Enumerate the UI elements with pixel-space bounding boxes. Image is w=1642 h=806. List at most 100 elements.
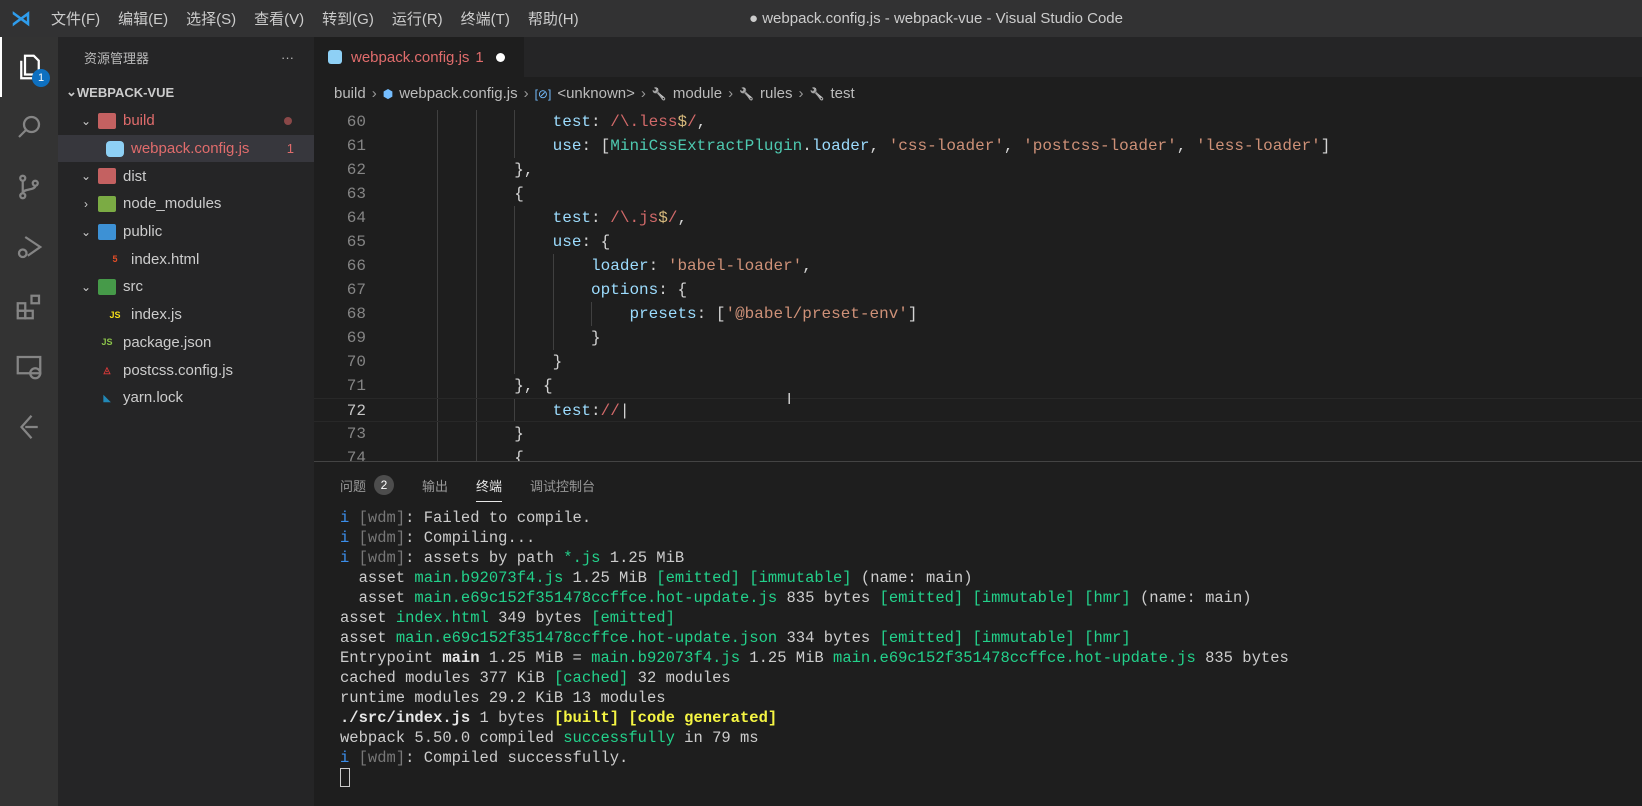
tree-item-webpack-config-js[interactable]: webpack.config.js 1 — [58, 134, 314, 163]
terminal-line: asset main.b92073f4.js 1.25 MiB [emitted… — [340, 568, 1642, 588]
terminal[interactable]: i [wdm]: Failed to compile. i [wdm]: Comp… — [314, 508, 1642, 788]
workspace-root[interactable]: ⌄ WEBPACK-VUE — [58, 77, 314, 107]
breadcrumb-item[interactable]: build — [334, 85, 366, 102]
breadcrumb-item[interactable]: test — [830, 85, 854, 102]
terminal-text: asset — [340, 609, 396, 627]
menu-item[interactable]: 运行(R) — [383, 8, 452, 29]
tree-item-dist[interactable]: ⌄ dist — [58, 162, 314, 190]
terminal-text: 1.25 MiB — [740, 649, 834, 667]
tree-item-postcss-config-js[interactable]: ◬ postcss.config.js — [58, 356, 314, 384]
panel-tabs: 问题 2 输出 终端 调试控制台 — [314, 462, 1642, 508]
extensions-button[interactable] — [0, 277, 58, 337]
menu-item[interactable]: 编辑(E) — [109, 8, 177, 29]
breadcrumb-item[interactable]: module — [673, 85, 722, 102]
panel-tab-label: 终端 — [476, 478, 503, 494]
terminal-text: runtime modules 29.2 KiB 13 modules — [340, 689, 666, 707]
code-token: /\.js — [610, 209, 659, 227]
code-token: : — [591, 209, 611, 227]
search-button[interactable] — [0, 97, 58, 157]
code-token: : [ — [581, 137, 611, 155]
code-line: 71 }, { — [314, 374, 1642, 398]
tree-item-label: src — [123, 278, 143, 296]
tab-webpack-config[interactable]: webpack.config.js 1 — [314, 37, 524, 77]
variable-icon: [⊘] — [534, 86, 552, 101]
indent-guide — [475, 422, 477, 446]
terminal-prompt[interactable] — [340, 768, 1642, 788]
tree-item-public[interactable]: ⌄ public — [58, 218, 314, 246]
explorer-button[interactable]: 1 — [0, 37, 58, 97]
tree-item-index-html[interactable]: 5 index.html — [58, 245, 314, 273]
webpack-button[interactable] — [0, 397, 58, 457]
folder-icon — [98, 112, 116, 129]
line-number: 62 — [346, 161, 366, 179]
indent-guide — [475, 110, 477, 134]
terminal-text: [wdm] — [358, 749, 406, 767]
file-icon: ◬ — [103, 365, 111, 376]
menu-item[interactable]: 查看(V) — [245, 8, 313, 29]
terminal-text: 835 bytes — [1195, 649, 1289, 667]
menu-item[interactable]: 终端(T) — [452, 8, 519, 29]
indent-guide — [437, 110, 439, 134]
tree-item-node_modules[interactable]: › node_modules — [58, 190, 314, 218]
indent-guide — [514, 350, 516, 374]
code-token: , — [696, 113, 707, 131]
chevron-right-icon: › — [371, 85, 377, 102]
indent-guide — [552, 278, 554, 302]
terminal-text: : Failed to compile. — [405, 509, 592, 527]
editor-tabs: webpack.config.js 1 — [314, 37, 1642, 77]
title-bar: ⋊ 文件(F) 编辑(E) 选择(S) 查看(V) 转到(G) 运行(R) 终端(T) 帮助(… — [0, 0, 1642, 37]
terminal-text: *.js — [563, 549, 601, 567]
tree-item-package-json[interactable]: JS package.json — [58, 329, 314, 357]
code-token: , — [677, 209, 688, 227]
source-control-button[interactable] — [0, 157, 58, 217]
menu-item[interactable]: 帮助(H) — [519, 8, 588, 29]
line-number: 71 — [346, 377, 366, 395]
menu-item[interactable]: 选择(S) — [177, 8, 245, 29]
breadcrumb-item[interactable]: webpack.config.js — [399, 85, 517, 102]
terminal-text: webpack 5.50.0 compiled — [340, 729, 564, 747]
code-token: $ — [658, 209, 668, 227]
run-debug-button[interactable] — [0, 217, 58, 277]
line-number: 67 — [346, 281, 366, 299]
code-token: 'babel-loader' — [667, 257, 803, 275]
panel-tab[interactable]: 输出 — [422, 462, 448, 508]
breadcrumb-item[interactable]: rules — [760, 85, 793, 102]
indent-guide — [475, 182, 477, 206]
panel-tab[interactable]: 调试控制台 — [530, 462, 595, 508]
tree-item-index-js[interactable]: JS index.js — [58, 301, 314, 329]
tree-item-src[interactable]: ⌄ src — [58, 273, 314, 301]
code-token: ] — [1320, 137, 1331, 155]
code-token: : [ — [696, 305, 726, 323]
menu-item[interactable]: 转到(G) — [313, 8, 383, 29]
panel-tab[interactable]: 问题 2 — [340, 462, 395, 508]
panel-tab[interactable]: 终端 — [476, 462, 503, 508]
webpack-file-icon — [328, 50, 342, 64]
code-token: }, — [514, 161, 534, 179]
code-token: test — [552, 402, 592, 420]
indent-guide — [437, 254, 439, 278]
indent-guide — [475, 326, 477, 350]
tree-item-label: index.js — [131, 306, 182, 324]
terminal-text: [emitted] [immutable] — [656, 569, 852, 587]
terminal-line: Entrypoint main 1.25 MiB = main.b92073f4… — [340, 648, 1642, 668]
more-actions-button[interactable]: ··· — [281, 50, 294, 65]
tree-item-build[interactable]: ⌄ build — [58, 107, 314, 135]
menu-item[interactable]: 文件(F) — [42, 8, 109, 29]
terminal-text: i — [340, 509, 359, 527]
terminal-text: Entrypoint — [340, 649, 443, 667]
folder-icon — [98, 278, 116, 295]
wrench-icon: 🔧 — [809, 86, 825, 101]
code-token: ] — [907, 305, 918, 323]
terminal-text: [wdm] — [358, 529, 406, 547]
terminal-line: asset index.html 349 bytes [emitted] — [340, 608, 1642, 628]
terminal-line: i [wdm]: assets by path *.js 1.25 MiB — [340, 548, 1642, 568]
remote-explorer-button[interactable] — [0, 337, 58, 397]
tree-item-yarn-lock[interactable]: ◣ yarn.lock — [58, 384, 314, 412]
indent-guide — [591, 302, 592, 326]
code-editor[interactable]: 60 test: /\.less$/, 61 use: [MiniCssExtra… — [314, 110, 1642, 461]
indent-guide — [437, 230, 439, 254]
breadcrumb-item[interactable]: <unknown> — [557, 85, 635, 102]
code-token: MiniCssExtractPlugin — [610, 137, 803, 155]
tree-item-label: dist — [123, 167, 147, 185]
unsaved-dot-icon[interactable] — [495, 52, 505, 62]
